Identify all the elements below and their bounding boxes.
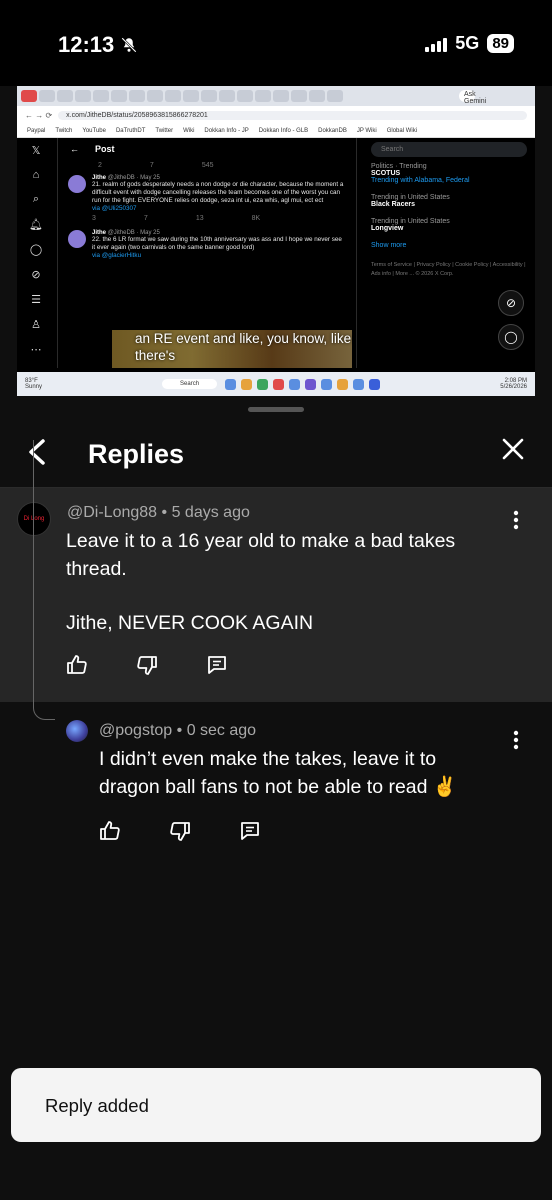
video-caption: an RE event and like, you know, like the… xyxy=(135,331,352,363)
chat-icon: ◯ xyxy=(29,244,43,256)
grok-icon: ⊘ xyxy=(498,290,524,316)
grok-icon: ⊘ xyxy=(31,269,41,281)
taskbar-search: Search xyxy=(162,379,218,389)
video-player[interactable]: Ask Gemini ← → ⟳ x.com/JitheDB/status/20… xyxy=(17,86,535,396)
like-icon[interactable] xyxy=(97,818,123,844)
reply-icon[interactable] xyxy=(204,652,230,678)
dislike-icon[interactable] xyxy=(167,818,193,844)
tweet-text: 22. the 6 LR format we saw during the 10… xyxy=(92,236,342,251)
url-text: x.com/JitheDB/status/2058963815866278201 xyxy=(58,110,527,120)
page-title: Replies xyxy=(88,439,185,469)
reply-meta: @pogstop • 0 sec ago xyxy=(99,722,257,739)
lists-icon: ☰ xyxy=(31,294,41,306)
toast-notification: Reply added xyxy=(11,1068,541,1142)
dislike-icon[interactable] xyxy=(134,652,160,678)
parent-comment: Di Long @Di-Long88 • 5 days ago Leave it… xyxy=(0,488,552,702)
search-icon: ⌕ xyxy=(32,193,40,205)
x-nav-rail: 𝕏 ⌂ ⌕ 🔔︎ ◯ ⊘ ☰ ♙ ⋯ xyxy=(17,138,55,368)
bookmarks-bar: Paypal Twitch YouTube DaTruthDT Twitter Wiki D… xyxy=(17,124,535,138)
reply-author[interactable]: @pogstop xyxy=(99,722,172,739)
post-header: Post xyxy=(95,144,115,154)
reply-icon[interactable] xyxy=(237,818,263,844)
silent-bell-icon xyxy=(121,37,137,53)
replies-header: Replies xyxy=(0,416,552,486)
avatar xyxy=(68,175,86,193)
network-label: 5G xyxy=(455,33,480,53)
profile-icon: ♙ xyxy=(31,319,41,331)
status-time: 12:13 xyxy=(58,32,138,58)
messages-icon: ◯ xyxy=(498,324,524,350)
browser-tabs: Ask Gemini xyxy=(17,86,535,106)
comment-meta: @Di-Long88 • 5 days ago xyxy=(67,504,250,521)
thread-connector xyxy=(33,440,55,720)
x-sidebar: Search Politics · Trending SCOTUS Trending… xyxy=(363,138,535,368)
ask-gemini-button: Ask Gemini xyxy=(459,90,486,105)
avatar[interactable] xyxy=(66,720,88,742)
signal-icon xyxy=(425,36,448,52)
comment-actions xyxy=(64,652,230,678)
battery-icon: 89 xyxy=(487,34,514,53)
reply-text: I didn’t even make the takes, leave it t… xyxy=(99,748,458,798)
status-indicators: 5G 89 xyxy=(425,33,514,54)
avatar xyxy=(68,230,86,248)
toast-message: Reply added xyxy=(45,1095,149,1116)
more-options-icon[interactable] xyxy=(512,730,520,750)
status-bar: 12:13 5G 89 xyxy=(0,0,552,86)
windows-taskbar: 83°F Sunny Search 2:08 PM 5/26/2026 xyxy=(17,372,535,396)
clock-text: 12:13 xyxy=(58,32,115,57)
tweet: Jithe @JitheDB · May 25 22. the 6 LR for… xyxy=(58,226,356,262)
more-options-icon[interactable] xyxy=(512,510,520,530)
reply-actions xyxy=(97,818,263,844)
home-icon: ⌂ xyxy=(32,169,40,181)
show-more-link: Show more xyxy=(371,242,407,249)
notifications-icon: 🔔︎ xyxy=(29,219,43,231)
tweet-text: 21. realm of gods desperately needs a no… xyxy=(92,181,344,204)
more-icon: ⋯ xyxy=(30,344,42,356)
tweet: Jithe @JitheDB · May 25 21. realm of god… xyxy=(58,171,356,226)
post-stats: 2 7 545 xyxy=(98,162,214,169)
x-logo-icon: 𝕏 xyxy=(31,145,41,157)
like-icon[interactable] xyxy=(64,652,90,678)
drag-handle[interactable] xyxy=(248,407,304,412)
battery-level: 89 xyxy=(492,35,509,52)
comment-author[interactable]: @Di-Long88 xyxy=(67,504,157,521)
reply-time: 0 sec ago xyxy=(186,722,257,739)
comment-time: 5 days ago xyxy=(171,504,250,521)
comment-text: Leave it to a 16 year old to make a bad … xyxy=(66,530,456,634)
x-search: Search xyxy=(371,142,527,157)
close-icon[interactable] xyxy=(500,436,526,468)
browser-urlbar: ← → ⟳ x.com/JitheDB/status/2058963815866… xyxy=(17,106,535,124)
